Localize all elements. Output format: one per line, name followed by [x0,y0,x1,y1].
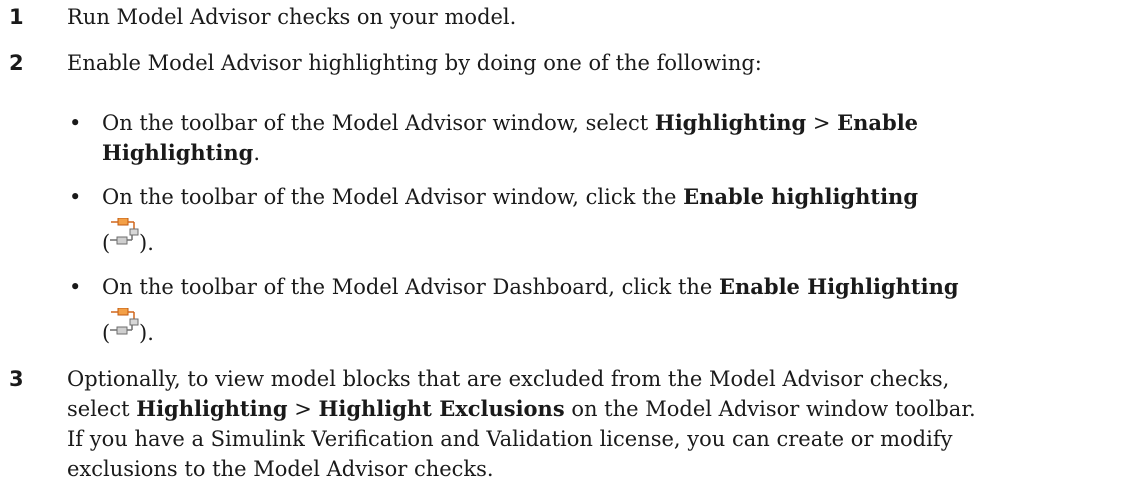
step-text: Run Model Advisor checks on your model. [67,5,517,29]
enable-highlighting-icon [110,218,139,245]
enable-highlighting-icon [110,308,139,335]
bullet-dot: • [69,185,82,209]
step-number: 3 [9,367,24,391]
bullet-dot: • [69,111,82,135]
step-text: Optionally, to view model blocks that ar… [67,367,976,481]
step-number: 2 [9,51,24,75]
bullet-text: On the toolbar of the Model Advisor Dash… [102,274,959,299]
step-text: Enable Model Advisor highlighting by doi… [67,51,762,75]
bullet-text: On the toolbar of the Model Advisor wind… [102,184,919,209]
bullet-dot: • [69,275,82,299]
bullet-text: On the toolbar of the Model Advisor wind… [102,110,919,165]
step-number: 1 [9,5,24,29]
